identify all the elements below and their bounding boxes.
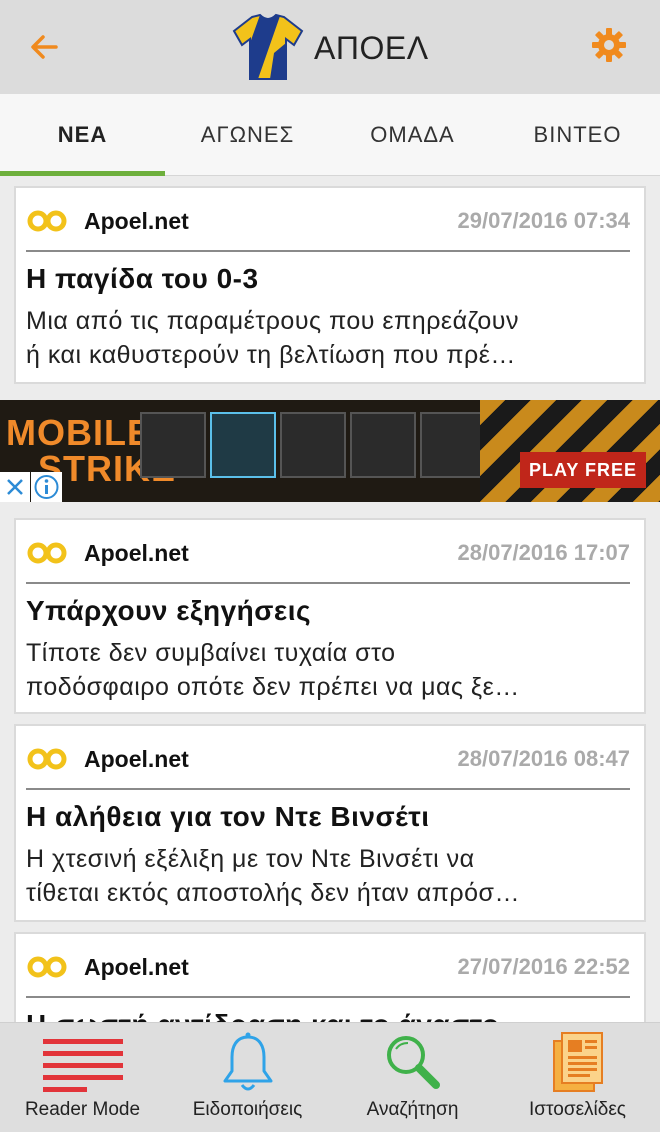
article-excerpt: Η χτεσινή εξέλιξη με τον Ντε Βινσέτι να … — [26, 842, 630, 910]
ad-weapon-slot — [140, 412, 206, 478]
tab-news[interactable]: ΝΕΑ — [0, 94, 165, 176]
source-link-icon — [27, 210, 67, 232]
ad-close-button[interactable] — [0, 472, 30, 502]
source-link-icon — [27, 748, 67, 770]
source-name: Apoel.net — [84, 540, 189, 566]
ad-weapon-slot — [210, 412, 276, 478]
ad-info-button[interactable] — [31, 472, 62, 502]
news-card[interactable]: Apoel.net 28/07/2016 08:47 Η αλήθεια για… — [14, 724, 646, 922]
source-name: Apoel.net — [84, 954, 189, 980]
info-icon — [34, 475, 59, 499]
article-date: 28/07/2016 08:47 — [457, 746, 631, 771]
article-title[interactable]: Υπάρχουν εξηγήσεις — [26, 592, 630, 630]
excerpt-line: τίθεται εκτός αποστολής δεν ήταν απρόσ… — [26, 879, 520, 907]
excerpt-line: ποδόσφαιρο οπότε δεν πρέπει να μας ξε… — [26, 673, 520, 701]
nav-search[interactable]: Αναζήτηση — [330, 1023, 495, 1132]
nav-label: Ειδοποιήσεις — [192, 1099, 303, 1120]
news-card[interactable]: Apoel.net 28/07/2016 17:07 Υπάρχουν εξηγ… — [14, 518, 646, 714]
tab-team[interactable]: ΟΜΑΔΑ — [330, 94, 495, 176]
excerpt-line: ή και καθυστερούν τη βελτίωση που πρέ… — [26, 341, 516, 369]
nav-reader-mode[interactable]: Reader Mode — [0, 1023, 165, 1132]
back-arrow-icon — [31, 35, 58, 59]
nav-websites[interactable]: Ιστοσελίδες — [495, 1023, 660, 1132]
tab-matches[interactable]: ΑΓΩΝΕΣ — [165, 94, 330, 176]
app-title: ΑΠΟΕΛ — [314, 29, 429, 66]
excerpt-line: Η χτεσινή εξέλιξη με τον Ντε Βινσέτι να — [26, 845, 475, 873]
article-title[interactable]: Η παγίδα του 0-3 — [26, 260, 630, 298]
reader-mode-icon — [42, 1039, 123, 1092]
article-date: 29/07/2016 07:34 — [457, 208, 631, 233]
article-excerpt: Τίποτε δεν συμβαίνει τυχαία στο ποδόσφαι… — [26, 636, 630, 704]
article-date: 27/07/2016 22:52 — [457, 954, 631, 979]
bell-icon — [223, 1032, 272, 1091]
ad-play-button[interactable]: PLAY FREE — [520, 452, 646, 488]
ad-weapon-slot — [280, 412, 346, 478]
source-link-icon — [27, 542, 67, 564]
article-title[interactable]: Η αλήθεια για τον Ντε Βινσέτι — [26, 798, 630, 836]
nav-label: Reader Mode — [24, 1099, 141, 1120]
app-header: ΑΠΟΕΛ — [0, 0, 660, 94]
ad-weapon-slot — [350, 412, 416, 478]
nav-label: Ιστοσελίδες — [529, 1099, 626, 1120]
source-link-icon — [27, 956, 67, 978]
tab-video[interactable]: ΒΙΝΤΕΟ — [495, 94, 660, 176]
article-excerpt: Μια από τις παραμέτρους που επηρεάζουν ή… — [26, 304, 630, 372]
source-name: Apoel.net — [84, 746, 189, 772]
news-card[interactable]: Apoel.net 29/07/2016 07:34 Η παγίδα του … — [14, 186, 646, 384]
article-date: 28/07/2016 17:07 — [457, 540, 631, 565]
card-divider — [26, 250, 630, 252]
bottom-navigation: Reader Mode Ειδοποιήσεις Αναζήτηση Ιστοσ… — [0, 1022, 660, 1132]
back-button[interactable] — [26, 30, 66, 64]
search-icon — [386, 1036, 440, 1089]
team-brand: ΑΠΟΕΛ — [230, 12, 429, 84]
source-name: Apoel.net — [84, 208, 189, 234]
card-divider — [26, 582, 630, 584]
active-tab-indicator — [0, 171, 165, 176]
close-icon — [7, 479, 23, 495]
jersey-logo-icon — [232, 13, 304, 80]
settings-button[interactable] — [590, 26, 628, 64]
nav-label: Αναζήτηση — [366, 1099, 459, 1120]
ad-weapon-slot — [420, 412, 486, 478]
websites-icon — [552, 1032, 603, 1092]
card-divider — [26, 996, 630, 998]
excerpt-line: Τίποτε δεν συμβαίνει τυχαία στο — [26, 639, 396, 667]
nav-notifications[interactable]: Ειδοποιήσεις — [165, 1023, 330, 1132]
card-divider — [26, 788, 630, 790]
section-tabs: ΝΕΑ ΑΓΩΝΕΣ ΟΜΑΔΑ ΒΙΝΤΕΟ — [0, 94, 660, 176]
excerpt-line: Μια από τις παραμέτρους που επηρεάζουν — [26, 307, 519, 335]
gear-icon — [592, 28, 626, 62]
